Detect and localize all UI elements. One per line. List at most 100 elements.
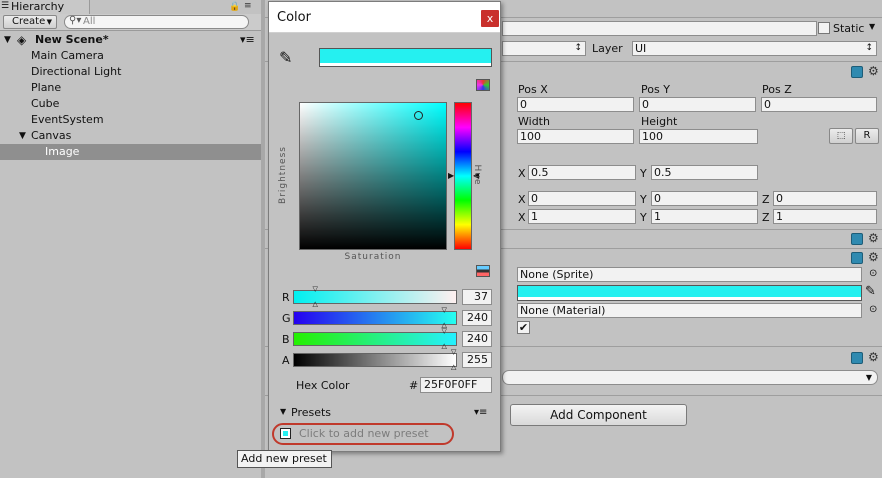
create-button[interactable]: Create ▼ — [3, 15, 57, 29]
panel-menu-icon[interactable]: ≡ — [244, 1, 252, 11]
expand-arrow-icon[interactable]: ▼ — [280, 407, 286, 416]
hue-axis: Hue — [467, 102, 487, 250]
pos-y-field[interactable]: 0 — [639, 97, 756, 112]
pivot-y-field[interactable]: 0.5 — [651, 165, 758, 180]
saturation-label: Saturation — [344, 252, 402, 262]
hierarchy-item-main-camera[interactable]: Main Camera — [0, 48, 261, 64]
rotation-y-field[interactable]: 0 — [651, 191, 758, 206]
a-slider[interactable] — [293, 353, 457, 367]
pivot-x-field[interactable]: 0.5 — [528, 165, 636, 180]
brightness-label: Brightness — [278, 146, 288, 204]
hierarchy-tab[interactable]: ☰ Hierarchy — [0, 0, 90, 14]
hierarchy-item-canvas[interactable]: ▼ Canvas — [0, 128, 261, 144]
layer-dropdown[interactable]: UI ↕ — [632, 41, 877, 56]
raycast-target-checkbox[interactable]: ✔ — [517, 321, 530, 334]
hierarchy-item-plane[interactable]: Plane — [0, 80, 261, 96]
b-slider[interactable] — [293, 332, 457, 346]
blueprint-mode-button[interactable]: ⬚ — [829, 128, 853, 144]
tag-dropdown[interactable]: ↕ — [502, 41, 586, 56]
add-preset-button[interactable]: Click to add new preset — [299, 427, 429, 440]
add-component-button[interactable]: Add Component — [510, 404, 687, 426]
raw-edit-button[interactable]: R — [855, 128, 879, 144]
help-book-icon[interactable] — [851, 252, 863, 264]
static-checkbox[interactable] — [818, 22, 830, 34]
item-label: Image — [45, 145, 80, 158]
scene-row[interactable]: ▼ ◈ New Scene* ▾≡ — [0, 32, 261, 48]
lock-icon[interactable]: 🔒 — [229, 2, 240, 12]
object-name-field[interactable] — [502, 21, 817, 36]
g-slider[interactable] — [293, 311, 457, 325]
object-picker-icon[interactable]: ⊙ — [869, 304, 877, 315]
shader-dropdown[interactable]: ▼ — [502, 370, 878, 385]
g-label: G — [282, 312, 291, 325]
help-book-icon[interactable] — [851, 352, 863, 364]
add-preset-swatch[interactable] — [280, 428, 291, 439]
layer-value: UI — [635, 42, 647, 55]
gear-icon[interactable]: ⚙ — [868, 232, 879, 244]
pivot-y-label: Y — [640, 167, 647, 180]
height-field[interactable]: 100 — [639, 129, 758, 144]
eyedropper-icon[interactable]: ✎ — [865, 284, 876, 299]
brightness-axis: Brightness — [273, 102, 293, 250]
source-image-field[interactable]: None (Sprite) — [517, 267, 862, 282]
scale-z-field[interactable]: 1 — [773, 209, 877, 224]
g-value-field[interactable]: 240 — [462, 310, 492, 326]
material-field[interactable]: None (Material) — [517, 303, 862, 318]
color-mode-icon[interactable] — [476, 79, 490, 91]
scene-name: New Scene* — [35, 33, 109, 46]
slider-thumb-r[interactable]: ▽ — [312, 286, 317, 293]
rotation-x-field[interactable]: 0 — [528, 191, 636, 206]
hierarchy-tab-icon: ☰ — [1, 1, 10, 11]
rotation-z-field[interactable]: 0 — [773, 191, 877, 206]
gear-icon[interactable]: ⚙ — [868, 351, 879, 363]
scale-x-field[interactable]: 1 — [528, 209, 636, 224]
slider-thumb-a[interactable]: ▽ — [451, 349, 456, 356]
r-value-field[interactable]: 37 — [462, 289, 492, 305]
pivot-x-label: X — [518, 167, 526, 180]
color-window-titlebar[interactable]: Color — [269, 2, 500, 33]
eyedropper-icon[interactable]: ✎ — [279, 48, 292, 67]
hierarchy-item-cube[interactable]: Cube — [0, 96, 261, 112]
scale-x-label: X — [518, 211, 526, 224]
expand-arrow-icon: ▼ — [4, 35, 11, 45]
sv-cursor[interactable] — [414, 111, 423, 120]
pos-z-field[interactable]: 0 — [761, 97, 877, 112]
search-placeholder: All — [83, 16, 96, 27]
gear-icon[interactable]: ⚙ — [868, 251, 879, 263]
hierarchy-search-input[interactable]: ⚲▾ All — [64, 15, 249, 29]
item-label: EventSystem — [31, 113, 104, 126]
height-label: Height — [641, 115, 678, 128]
scene-menu-icon[interactable]: ▾≡ — [240, 32, 255, 48]
hierarchy-item-eventsystem[interactable]: EventSystem — [0, 112, 261, 128]
object-picker-icon[interactable]: ⊙ — [869, 268, 877, 279]
scale-y-field[interactable]: 1 — [651, 209, 758, 224]
gear-icon[interactable]: ⚙ — [868, 65, 879, 77]
rotation-y-label: Y — [640, 193, 647, 206]
item-label: Directional Light — [31, 65, 122, 78]
b-value-field[interactable]: 240 — [462, 331, 492, 347]
updown-arrow-icon: ↕ — [865, 43, 873, 53]
help-book-icon[interactable] — [851, 233, 863, 245]
slider-thumb-b[interactable]: ▽ — [441, 328, 446, 335]
layer-label: Layer — [592, 42, 623, 55]
width-field[interactable]: 100 — [517, 129, 634, 144]
slider-thumb-g[interactable]: ▽ — [441, 307, 446, 314]
rotation-z-label: Z — [762, 193, 770, 206]
slider-mode-icon[interactable] — [476, 265, 490, 277]
hex-value-field[interactable]: 25F0F0FF — [420, 377, 492, 393]
presets-menu-icon[interactable]: ▾≡ — [474, 407, 487, 418]
a-value-field[interactable]: 255 — [462, 352, 492, 368]
unity-scene-icon: ◈ — [17, 33, 27, 47]
saturation-brightness-box[interactable] — [299, 102, 447, 250]
help-book-icon[interactable] — [851, 66, 863, 78]
pos-x-field[interactable]: 0 — [517, 97, 634, 112]
expand-arrow-icon[interactable]: ▼ — [19, 128, 26, 144]
close-button[interactable]: x — [481, 10, 499, 27]
dropdown-arrow-icon[interactable]: ▼ — [869, 22, 875, 31]
hierarchy-item-directional-light[interactable]: Directional Light — [0, 64, 261, 80]
color-field[interactable] — [517, 285, 862, 301]
slider-thumb-bottom-b: △ — [441, 342, 447, 350]
pos-y-label: Pos Y — [641, 83, 670, 96]
hierarchy-item-image[interactable]: Image — [0, 144, 261, 160]
pos-z-label: Pos Z — [762, 83, 792, 96]
